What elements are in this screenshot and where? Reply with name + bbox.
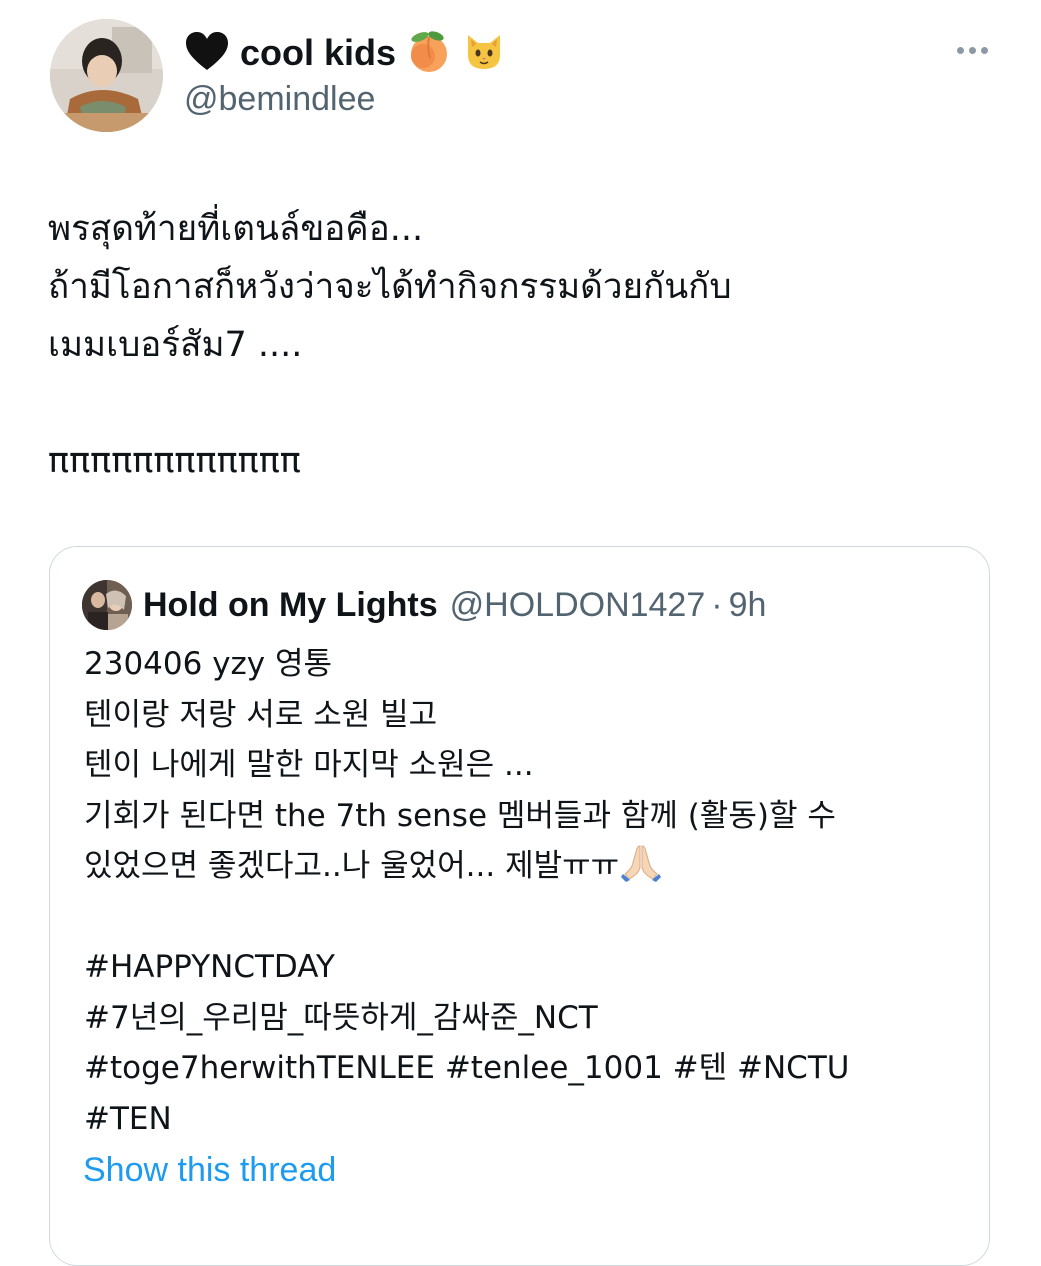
folded-hands-icon <box>621 842 662 898</box>
more-dot-icon <box>956 46 964 54</box>
quoted-hashtag-line[interactable]: #TEN <box>84 1094 964 1145</box>
quoted-author-handle: @HOLDON1427 <box>449 585 706 624</box>
peach-icon <box>406 28 452 79</box>
quoted-text-line-with-emoji: 있었으면 좋겠다고..나 울었어... 제발ㅠㅠ <box>84 841 964 892</box>
quoted-author-avatar[interactable] <box>82 580 132 630</box>
quoted-tweet-card[interactable]: Hold on My Lights @HOLDON1427 · 9h 23040… <box>49 546 990 1266</box>
more-options-button[interactable] <box>946 32 998 68</box>
tweet-text: พรสุดท้ายที่เตนล์ขอคือ... ถ้ามีโอกาสก็หว… <box>48 200 1008 490</box>
quoted-hashtag-line[interactable]: #7년의_우리맘_따뜻하게_감싸준_NCT <box>84 993 964 1044</box>
tweet-text-spacer <box>48 374 1008 432</box>
author-handle[interactable]: @bemindlee <box>184 80 375 119</box>
cat-face-icon <box>462 29 506 78</box>
tweet-text-line: ถ้ามีโอกาสก็หวังว่าจะได้ทำกิจกรรมด้วยกัน… <box>48 267 732 307</box>
quoted-author-display-name: Hold on My Lights <box>143 585 438 624</box>
quoted-tweet-timestamp[interactable]: 9h <box>729 586 767 625</box>
show-thread-link[interactable]: Show this thread <box>83 1151 336 1190</box>
tweet-text-line: เมมเบอร์สัม7 .... <box>48 325 303 365</box>
quoted-hashtag-line[interactable]: #HAPPYNCTDAY <box>84 942 964 993</box>
quoted-text-line: 텐이 나에게 말한 마지막 소원은 ... <box>84 747 534 783</box>
quoted-hashtag-line[interactable]: #toge7herwithTENLEE #tenlee_1001 #텐 #NCT… <box>84 1043 964 1094</box>
tweet-text-line: พรสุดท้ายที่เตนล์ขอคือ... <box>48 209 424 249</box>
quoted-header-separator: · <box>711 585 723 624</box>
quoted-tweet-text: 230406 yzy 영통 텐이랑 저랑 서로 소원 빌고 텐이 나에게 말한 … <box>84 639 964 1144</box>
author-name-row[interactable]: cool kids <box>184 26 506 80</box>
quoted-text-line: 있었으면 좋겠다고..나 울었어... 제발ㅠㅠ <box>84 848 620 884</box>
author-display-name: cool kids <box>240 32 397 73</box>
quoted-text-spacer <box>84 892 964 943</box>
quoted-text-line: 텐이랑 저랑 서로 소원 빌고 <box>84 696 438 733</box>
tweet-text-line: ππππππππππππ <box>48 441 301 481</box>
more-dot-icon <box>980 46 988 54</box>
quoted-tweet-header: Hold on My Lights @HOLDON1427 · 9h <box>82 577 766 633</box>
quoted-text-line: 기회가 된다면 the 7th sense 멤버들과 함께 (활동)할 수 <box>84 797 836 834</box>
author-avatar[interactable] <box>50 19 163 132</box>
quoted-text-line: 230406 yzy 영통 <box>84 646 333 682</box>
more-dot-icon <box>968 46 976 54</box>
black-heart-icon <box>184 30 230 77</box>
